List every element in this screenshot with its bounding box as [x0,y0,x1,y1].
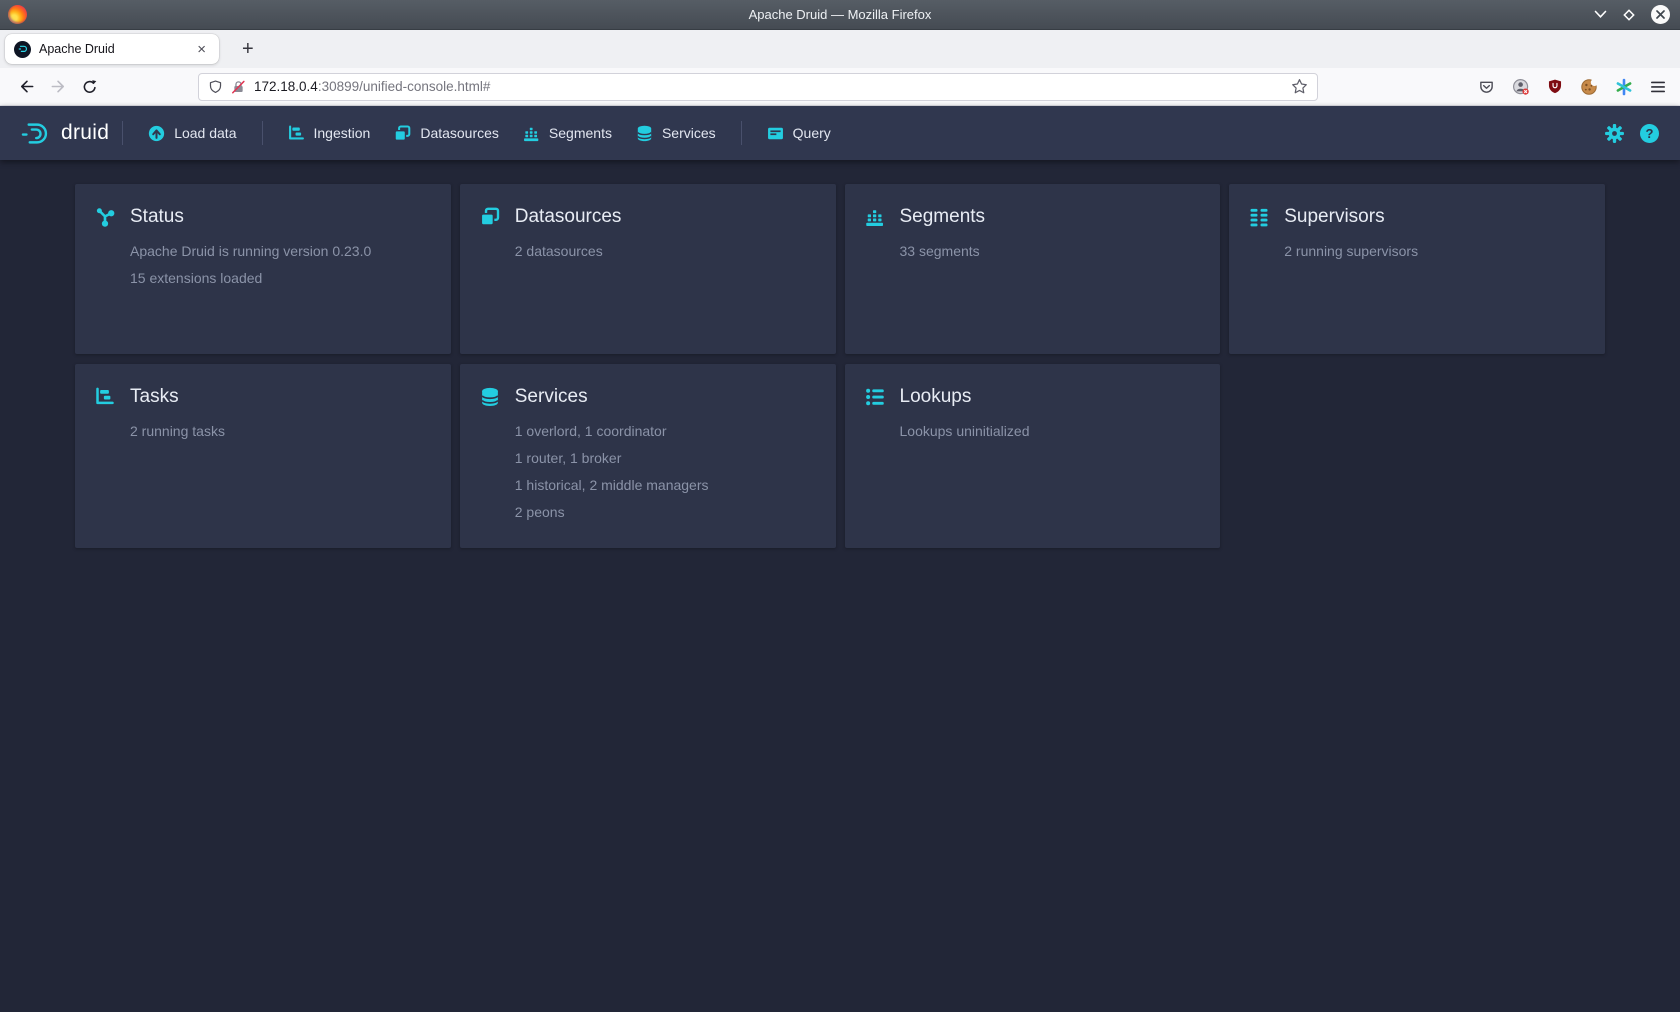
maximize-button[interactable] [1622,8,1636,22]
druid-favicon-icon [14,41,31,58]
card-line: 1 overlord, 1 coordinator [480,418,816,445]
insecure-lock-icon[interactable] [231,79,246,95]
card-line: Lookups uninitialized [865,418,1201,445]
tab-close-button[interactable]: × [193,40,210,59]
card-line: 33 segments [865,238,1201,265]
graph-icon [95,207,115,227]
nav-item-label: Datasources [420,125,499,141]
browser-toolbar: 172.18.0.4:30899/unified-console.html# [0,68,1680,106]
card-title: Segments [900,206,986,228]
card-title: Supervisors [1284,206,1384,228]
card-line: 1 router, 1 broker [480,445,816,472]
nav-separator [122,121,123,145]
database-icon [480,387,500,407]
card-line: 15 extensions loaded [95,265,431,292]
reload-icon [82,79,98,95]
druid-navbar: druid Load data Ingestion Datasources [0,106,1680,160]
nav-item-label: Query [793,125,831,141]
list-columns-icon [1249,207,1269,227]
circle-arrow-up-icon [148,125,165,142]
menu-hamburger-icon[interactable] [1650,80,1666,94]
nav-item-label: Load data [174,125,236,141]
stacked-bar-chart-icon [523,125,540,142]
services-card[interactable]: Services 1 overlord, 1 coordinator 1 rou… [460,364,836,548]
druid-logo[interactable]: druid [21,121,109,145]
nav-item-load-data[interactable]: Load data [136,106,248,160]
status-card[interactable]: Status Apache Druid is running version 0… [75,184,451,354]
settings-gear-icon[interactable] [1604,123,1625,144]
tab-title: Apache Druid [39,42,115,56]
tasks-card[interactable]: Tasks 2 running tasks [75,364,451,548]
nav-item-label: Services [662,125,716,141]
url-text: 172.18.0.4:30899/unified-console.html# [254,79,490,94]
nav-separator [262,121,263,145]
reload-button[interactable] [74,72,106,102]
card-title: Datasources [515,206,622,228]
browser-tab[interactable]: Apache Druid × [5,34,219,64]
url-host: 172.18.0.4 [254,79,318,94]
nav-item-ingestion[interactable]: Ingestion [276,106,383,160]
url-path: :30899/unified-console.html# [318,79,491,94]
card-line: Apache Druid is running version 0.23.0 [95,238,431,265]
nav-item-label: Ingestion [314,125,371,141]
druid-logo-icon [21,122,51,145]
brand-wordmark: druid [61,121,109,145]
nav-separator [741,121,742,145]
ublock-origin-icon[interactable] [1547,78,1563,95]
console-icon [767,125,784,142]
cookie-icon[interactable] [1580,78,1598,96]
tracking-shield-icon[interactable] [208,79,223,95]
card-title: Tasks [130,386,179,408]
window-title: Apache Druid — Mozilla Firefox [0,7,1680,22]
forward-button[interactable] [42,72,74,102]
nav-item-label: Segments [549,125,612,141]
database-icon [636,125,653,142]
stacked-bar-chart-icon [865,207,885,227]
card-line: 2 peons [480,499,816,526]
card-line: 2 running supervisors [1249,238,1585,265]
back-button[interactable] [10,72,42,102]
card-title: Lookups [900,386,972,408]
close-button[interactable] [1651,5,1670,24]
extension-icons [1478,78,1666,96]
nav-item-segments[interactable]: Segments [511,106,624,160]
lookups-card[interactable]: Lookups Lookups uninitialized [845,364,1221,548]
home-view: Status Apache Druid is running version 0… [0,160,1680,572]
help-icon[interactable]: ? [1640,124,1659,143]
card-title: Services [515,386,588,408]
profile-blocked-icon[interactable] [1512,78,1530,96]
nav-item-query[interactable]: Query [755,106,843,160]
bookmark-star-icon[interactable] [1291,78,1308,95]
pocket-icon[interactable] [1478,79,1495,95]
gantt-chart-icon [288,125,305,142]
nav-item-datasources[interactable]: Datasources [382,106,511,160]
diamond-icon [1622,8,1636,22]
status-card-grid: Status Apache Druid is running version 0… [75,184,1605,548]
card-line: 1 historical, 2 middle managers [480,472,816,499]
gantt-chart-icon [95,387,115,407]
properties-icon [865,387,885,407]
stacked-squares-icon [480,207,500,227]
segments-card[interactable]: Segments 33 segments [845,184,1221,354]
arrow-right-icon [50,78,67,95]
close-icon [1651,5,1670,24]
window-controls [1594,5,1670,24]
stacked-squares-icon [394,125,411,142]
navbar-right: ? [1604,123,1659,144]
nav-item-services[interactable]: Services [624,106,728,160]
minimize-button[interactable] [1594,10,1607,19]
multicolor-asterisk-icon[interactable] [1615,78,1633,96]
arrow-left-icon [18,78,35,95]
card-line: 2 datasources [480,238,816,265]
window-titlebar: Apache Druid — Mozilla Firefox [0,0,1680,30]
supervisors-card[interactable]: Supervisors 2 running supervisors [1229,184,1605,354]
url-bar[interactable]: 172.18.0.4:30899/unified-console.html# [198,73,1318,101]
card-title: Status [130,206,184,228]
new-tab-button[interactable]: + [234,38,262,61]
card-line: 2 running tasks [95,418,431,445]
chevron-down-icon [1594,10,1607,19]
datasources-card[interactable]: Datasources 2 datasources [460,184,836,354]
tab-strip: Apache Druid × + [0,30,1680,68]
